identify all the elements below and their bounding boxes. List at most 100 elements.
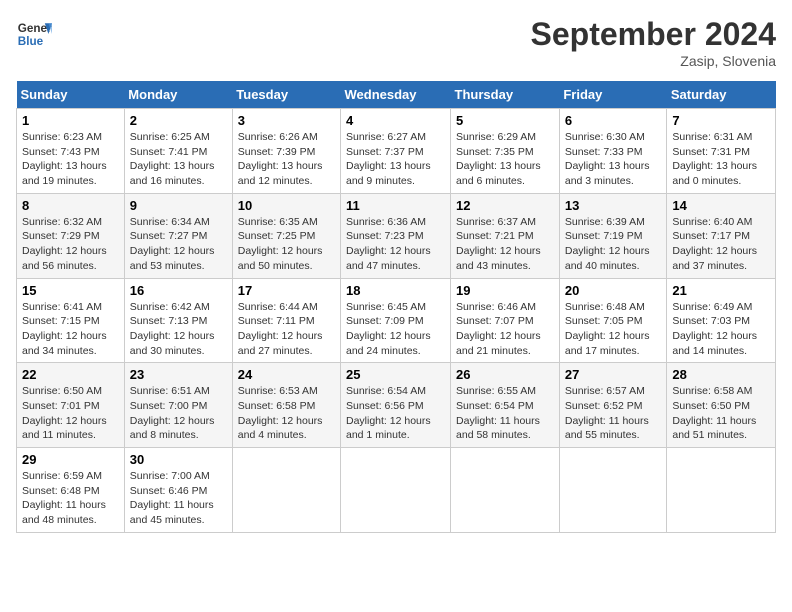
day-info: Sunrise: 6:54 AM Sunset: 6:56 PM Dayligh… [346, 384, 445, 443]
calendar-cell: 16 Sunrise: 6:42 AM Sunset: 7:13 PM Dayl… [124, 278, 232, 363]
day-number: 25 [346, 367, 445, 382]
calendar-cell: 14 Sunrise: 6:40 AM Sunset: 7:17 PM Dayl… [667, 193, 776, 278]
day-number: 11 [346, 198, 445, 213]
calendar-cell: 4 Sunrise: 6:27 AM Sunset: 7:37 PM Dayli… [341, 109, 451, 194]
calendar-cell: 28 Sunrise: 6:58 AM Sunset: 6:50 PM Dayl… [667, 363, 776, 448]
day-number: 16 [130, 283, 227, 298]
day-info: Sunrise: 6:26 AM Sunset: 7:39 PM Dayligh… [238, 130, 335, 189]
calendar-cell [559, 448, 667, 533]
calendar-cell [451, 448, 560, 533]
calendar-cell: 13 Sunrise: 6:39 AM Sunset: 7:19 PM Dayl… [559, 193, 667, 278]
calendar-cell: 25 Sunrise: 6:54 AM Sunset: 6:56 PM Dayl… [341, 363, 451, 448]
day-number: 24 [238, 367, 335, 382]
day-number: 10 [238, 198, 335, 213]
week-row-1: 1 Sunrise: 6:23 AM Sunset: 7:43 PM Dayli… [17, 109, 776, 194]
day-number: 4 [346, 113, 445, 128]
logo-icon: General Blue [16, 16, 52, 52]
calendar-cell: 24 Sunrise: 6:53 AM Sunset: 6:58 PM Dayl… [232, 363, 340, 448]
header-monday: Monday [124, 81, 232, 109]
day-number: 12 [456, 198, 554, 213]
calendar-cell: 10 Sunrise: 6:35 AM Sunset: 7:25 PM Dayl… [232, 193, 340, 278]
day-info: Sunrise: 6:23 AM Sunset: 7:43 PM Dayligh… [22, 130, 119, 189]
day-info: Sunrise: 6:49 AM Sunset: 7:03 PM Dayligh… [672, 300, 770, 359]
calendar-cell: 3 Sunrise: 6:26 AM Sunset: 7:39 PM Dayli… [232, 109, 340, 194]
day-info: Sunrise: 6:42 AM Sunset: 7:13 PM Dayligh… [130, 300, 227, 359]
calendar-cell: 6 Sunrise: 6:30 AM Sunset: 7:33 PM Dayli… [559, 109, 667, 194]
calendar-cell: 26 Sunrise: 6:55 AM Sunset: 6:54 PM Dayl… [451, 363, 560, 448]
day-info: Sunrise: 6:36 AM Sunset: 7:23 PM Dayligh… [346, 215, 445, 274]
calendar-cell: 2 Sunrise: 6:25 AM Sunset: 7:41 PM Dayli… [124, 109, 232, 194]
day-info: Sunrise: 6:31 AM Sunset: 7:31 PM Dayligh… [672, 130, 770, 189]
day-info: Sunrise: 6:48 AM Sunset: 7:05 PM Dayligh… [565, 300, 662, 359]
calendar-cell: 8 Sunrise: 6:32 AM Sunset: 7:29 PM Dayli… [17, 193, 125, 278]
day-info: Sunrise: 6:35 AM Sunset: 7:25 PM Dayligh… [238, 215, 335, 274]
header-sunday: Sunday [17, 81, 125, 109]
location-subtitle: Zasip, Slovenia [531, 53, 776, 69]
day-info: Sunrise: 6:51 AM Sunset: 7:00 PM Dayligh… [130, 384, 227, 443]
calendar-cell: 9 Sunrise: 6:34 AM Sunset: 7:27 PM Dayli… [124, 193, 232, 278]
calendar-cell: 15 Sunrise: 6:41 AM Sunset: 7:15 PM Dayl… [17, 278, 125, 363]
day-info: Sunrise: 6:57 AM Sunset: 6:52 PM Dayligh… [565, 384, 662, 443]
day-info: Sunrise: 6:45 AM Sunset: 7:09 PM Dayligh… [346, 300, 445, 359]
calendar-header-row: SundayMondayTuesdayWednesdayThursdayFrid… [17, 81, 776, 109]
day-info: Sunrise: 6:32 AM Sunset: 7:29 PM Dayligh… [22, 215, 119, 274]
day-number: 8 [22, 198, 119, 213]
day-number: 23 [130, 367, 227, 382]
day-info: Sunrise: 6:29 AM Sunset: 7:35 PM Dayligh… [456, 130, 554, 189]
day-number: 21 [672, 283, 770, 298]
day-info: Sunrise: 6:59 AM Sunset: 6:48 PM Dayligh… [22, 469, 119, 528]
day-number: 9 [130, 198, 227, 213]
calendar-cell [667, 448, 776, 533]
day-info: Sunrise: 6:53 AM Sunset: 6:58 PM Dayligh… [238, 384, 335, 443]
header-friday: Friday [559, 81, 667, 109]
day-number: 3 [238, 113, 335, 128]
day-number: 29 [22, 452, 119, 467]
day-info: Sunrise: 6:30 AM Sunset: 7:33 PM Dayligh… [565, 130, 662, 189]
calendar-cell: 7 Sunrise: 6:31 AM Sunset: 7:31 PM Dayli… [667, 109, 776, 194]
svg-text:Blue: Blue [18, 35, 44, 48]
title-area: September 2024 Zasip, Slovenia [531, 16, 776, 69]
calendar-cell [232, 448, 340, 533]
day-info: Sunrise: 6:50 AM Sunset: 7:01 PM Dayligh… [22, 384, 119, 443]
day-info: Sunrise: 6:40 AM Sunset: 7:17 PM Dayligh… [672, 215, 770, 274]
calendar-cell: 23 Sunrise: 6:51 AM Sunset: 7:00 PM Dayl… [124, 363, 232, 448]
week-row-5: 29 Sunrise: 6:59 AM Sunset: 6:48 PM Dayl… [17, 448, 776, 533]
day-number: 27 [565, 367, 662, 382]
calendar-cell [341, 448, 451, 533]
day-number: 5 [456, 113, 554, 128]
header-tuesday: Tuesday [232, 81, 340, 109]
calendar-cell: 18 Sunrise: 6:45 AM Sunset: 7:09 PM Dayl… [341, 278, 451, 363]
header-thursday: Thursday [451, 81, 560, 109]
day-info: Sunrise: 6:37 AM Sunset: 7:21 PM Dayligh… [456, 215, 554, 274]
logo: General Blue [16, 16, 52, 52]
calendar-cell: 1 Sunrise: 6:23 AM Sunset: 7:43 PM Dayli… [17, 109, 125, 194]
day-info: Sunrise: 6:44 AM Sunset: 7:11 PM Dayligh… [238, 300, 335, 359]
week-row-3: 15 Sunrise: 6:41 AM Sunset: 7:15 PM Dayl… [17, 278, 776, 363]
day-number: 2 [130, 113, 227, 128]
calendar-cell: 30 Sunrise: 7:00 AM Sunset: 6:46 PM Dayl… [124, 448, 232, 533]
day-number: 14 [672, 198, 770, 213]
calendar-cell: 12 Sunrise: 6:37 AM Sunset: 7:21 PM Dayl… [451, 193, 560, 278]
day-info: Sunrise: 6:39 AM Sunset: 7:19 PM Dayligh… [565, 215, 662, 274]
day-number: 15 [22, 283, 119, 298]
week-row-2: 8 Sunrise: 6:32 AM Sunset: 7:29 PM Dayli… [17, 193, 776, 278]
calendar-cell: 21 Sunrise: 6:49 AM Sunset: 7:03 PM Dayl… [667, 278, 776, 363]
day-number: 17 [238, 283, 335, 298]
calendar-cell: 29 Sunrise: 6:59 AM Sunset: 6:48 PM Dayl… [17, 448, 125, 533]
day-number: 28 [672, 367, 770, 382]
calendar-cell: 5 Sunrise: 6:29 AM Sunset: 7:35 PM Dayli… [451, 109, 560, 194]
day-number: 1 [22, 113, 119, 128]
page-header: General Blue September 2024 Zasip, Slove… [16, 16, 776, 69]
month-title: September 2024 [531, 16, 776, 53]
day-info: Sunrise: 6:34 AM Sunset: 7:27 PM Dayligh… [130, 215, 227, 274]
header-saturday: Saturday [667, 81, 776, 109]
calendar-cell: 17 Sunrise: 6:44 AM Sunset: 7:11 PM Dayl… [232, 278, 340, 363]
day-info: Sunrise: 6:58 AM Sunset: 6:50 PM Dayligh… [672, 384, 770, 443]
calendar-table: SundayMondayTuesdayWednesdayThursdayFrid… [16, 81, 776, 533]
calendar-cell: 22 Sunrise: 6:50 AM Sunset: 7:01 PM Dayl… [17, 363, 125, 448]
day-number: 20 [565, 283, 662, 298]
day-info: Sunrise: 7:00 AM Sunset: 6:46 PM Dayligh… [130, 469, 227, 528]
calendar-cell: 20 Sunrise: 6:48 AM Sunset: 7:05 PM Dayl… [559, 278, 667, 363]
day-number: 30 [130, 452, 227, 467]
day-info: Sunrise: 6:46 AM Sunset: 7:07 PM Dayligh… [456, 300, 554, 359]
